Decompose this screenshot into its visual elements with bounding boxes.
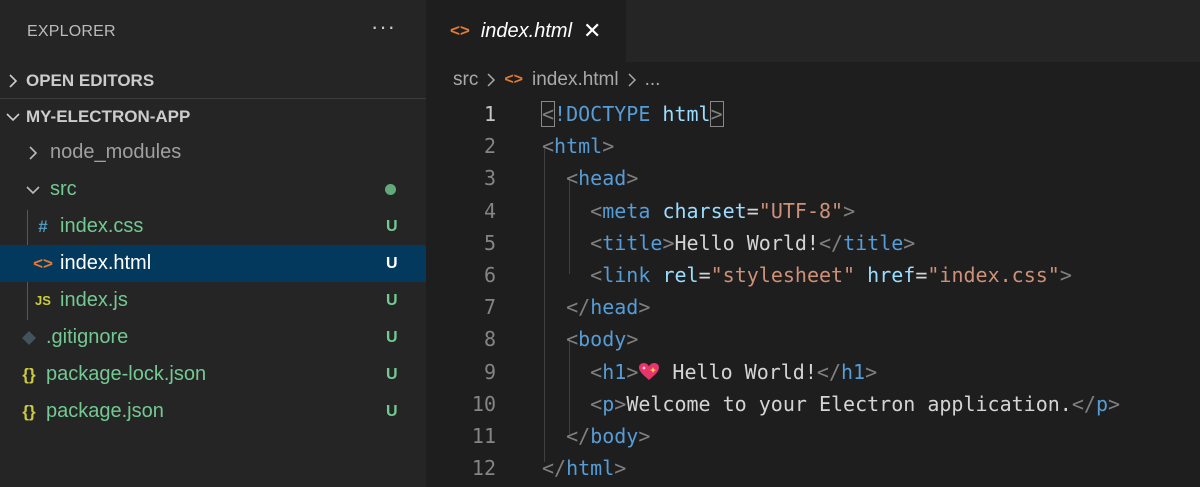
line-number: 10: [471, 391, 496, 416]
breadcrumb: src <> index.html ...: [426, 62, 1200, 98]
breadcrumb-folder[interactable]: src: [453, 69, 478, 91]
tab-label: index.html: [480, 19, 573, 42]
sparkling-heart-icon: [639, 362, 660, 380]
tree-item-index-js[interactable]: JS index.js U: [0, 282, 426, 319]
code-line: 8 <body>: [426, 323, 1200, 355]
tab-bar: <> index.html ✕: [426, 0, 1200, 62]
code-line: 9 <h1> Hello World!</h1>: [426, 356, 1200, 388]
code-content: <html>: [542, 134, 615, 159]
line-number: 8: [483, 327, 496, 352]
line-number: 9: [483, 359, 496, 384]
line-number: 7: [483, 295, 496, 320]
tree-item-label: node_modules: [50, 141, 182, 163]
untracked-badge: U: [386, 217, 398, 235]
code-content: <h1> Hello World!</h1>: [590, 359, 878, 384]
close-icon[interactable]: ✕: [583, 18, 601, 44]
line-number: 4: [483, 198, 496, 223]
tree-item-label: index.css: [60, 215, 144, 237]
js-file-icon: JS: [35, 293, 51, 308]
chevron-down-icon: [20, 184, 46, 196]
code-content: <meta charset="UTF-8">: [590, 198, 856, 223]
line-number: 5: [483, 230, 496, 255]
code-content: <title>Hello World!</title>: [590, 230, 916, 255]
code-line: 10 <p>Welcome to your Electron applicati…: [426, 388, 1200, 420]
line-number: 6: [483, 263, 496, 288]
chevron-right-icon: [486, 73, 496, 87]
more-actions-icon[interactable]: ···: [371, 14, 396, 40]
tab-index-html[interactable]: <> index.html ✕: [426, 0, 626, 62]
line-number: 3: [483, 166, 496, 191]
line-number: 2: [483, 134, 496, 159]
code-content: <link rel="stylesheet" href="index.css">: [590, 263, 1072, 288]
tree-item-label: src: [50, 178, 77, 200]
code-content: </body>: [566, 423, 651, 448]
breadcrumb-file[interactable]: index.html: [532, 69, 619, 91]
tree-item-label: package-lock.json: [46, 363, 207, 385]
chevron-right-icon: [0, 74, 26, 88]
code-line: 12 </html>: [426, 452, 1200, 484]
tree-item-index-css[interactable]: # index.css U: [0, 208, 426, 245]
tree-item-package-json[interactable]: {} package.json U: [0, 393, 426, 430]
code-editor[interactable]: 1 <!DOCTYPE html> 2 <html> 3 <head> 4 <m…: [426, 98, 1200, 484]
code-content: <!DOCTYPE html>: [540, 101, 724, 128]
code-content: <p>Welcome to your Electron application.…: [590, 391, 1121, 416]
html-file-icon: <>: [450, 21, 470, 40]
tree-item-label: package.json: [46, 400, 164, 422]
diamond-icon: [16, 330, 42, 346]
code-content: <head>: [566, 166, 639, 191]
tree-item-package-lock-json[interactable]: {} package-lock.json U: [0, 356, 426, 393]
explorer-title: EXPLORER: [27, 23, 116, 40]
section-open-editors[interactable]: OPEN EDITORS: [0, 64, 426, 98]
json-file-icon: {}: [22, 364, 36, 384]
explorer-sidebar: EXPLORER ··· OPEN EDITORS MY-ELECTRON-AP…: [0, 0, 426, 487]
breadcrumb-symbol[interactable]: ...: [645, 69, 661, 91]
chevron-down-icon: [0, 111, 26, 123]
code-line: 5 <title>Hello World!</title>: [426, 227, 1200, 259]
tree-item-node-modules[interactable]: node_modules: [0, 134, 426, 171]
editor-area: <> index.html ✕ src <> index.html ... 1 …: [426, 0, 1200, 487]
untracked-badge: U: [386, 254, 398, 272]
section-project-label: MY-ELECTRON-APP: [26, 106, 191, 126]
code-line: 6 <link rel="stylesheet" href="index.css…: [426, 259, 1200, 291]
tree-item-src[interactable]: src: [0, 171, 426, 208]
modified-dot-icon: [385, 184, 396, 195]
css-file-icon: #: [38, 216, 48, 236]
json-file-icon: {}: [22, 401, 36, 421]
untracked-badge: U: [386, 291, 398, 309]
code-line: 1 <!DOCTYPE html>: [426, 98, 1200, 130]
tree-item-label: index.html: [60, 252, 152, 274]
code-line: 7 </head>: [426, 291, 1200, 323]
code-line: 4 <meta charset="UTF-8">: [426, 195, 1200, 227]
chevron-right-icon: [627, 73, 637, 87]
html-file-icon: <>: [504, 71, 524, 88]
explorer-header: EXPLORER ···: [0, 0, 426, 64]
line-number: 1: [483, 102, 496, 127]
section-project[interactable]: MY-ELECTRON-APP: [0, 98, 426, 134]
untracked-badge: U: [386, 402, 398, 420]
tree-item-index-html[interactable]: <> index.html U: [0, 245, 426, 282]
untracked-badge: U: [386, 328, 398, 346]
untracked-badge: U: [386, 365, 398, 383]
tree-item-label: .gitignore: [46, 326, 129, 348]
html-file-icon: <>: [33, 253, 53, 273]
line-number: 11: [471, 423, 496, 448]
tree-item-label: index.js: [60, 289, 128, 311]
code-content: </head>: [566, 295, 651, 320]
code-line: 11 </body>: [426, 420, 1200, 452]
code-content: </html>: [542, 456, 627, 481]
code-line: 2 <html>: [426, 130, 1200, 162]
line-number: 12: [471, 456, 496, 481]
chevron-right-icon: [20, 145, 46, 161]
code-content: <body>: [566, 327, 639, 352]
tree-item-gitignore[interactable]: .gitignore U: [0, 319, 426, 356]
code-line: 3 <head>: [426, 162, 1200, 194]
section-open-editors-label: OPEN EDITORS: [26, 71, 155, 90]
